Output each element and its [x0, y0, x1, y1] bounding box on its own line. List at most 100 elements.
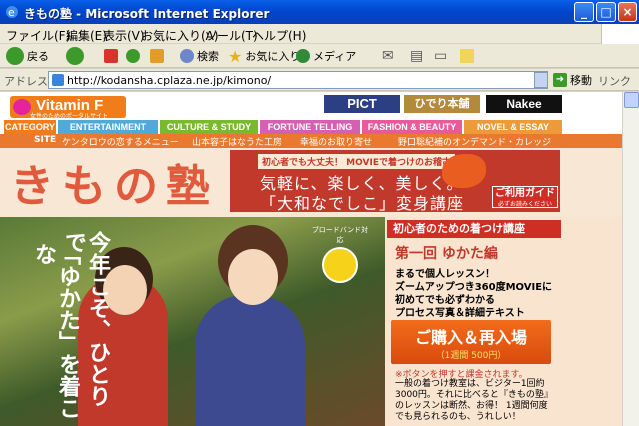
course-panel: 初心者のための着つけ講座 第一回 ゆかた編 まるで個人レッスン！ ズームアップつ… [385, 217, 622, 426]
menu-edit[interactable]: 編集(E) [66, 27, 107, 44]
home-button[interactable] [150, 46, 164, 66]
svg-text:e: e [8, 6, 15, 19]
mail-icon: ✉ [382, 48, 394, 64]
back-label: 戻る [27, 50, 49, 63]
flower-icon [13, 99, 31, 115]
toolbar: 戻る 検索 ★ お気に入り メディア ✉ ▤ ▭ [0, 44, 639, 68]
maximize-button[interactable]: □ [596, 2, 616, 22]
print-icon: ▤ [410, 48, 424, 64]
goldfish-icon [442, 154, 486, 188]
tab-novel-essay[interactable]: NOVEL & ESSAY [464, 120, 562, 134]
page-content: Vitamin F 女性のためのポータルサイト PICT ひでり本舗 Nakee… [0, 92, 622, 426]
guide-sublabel: 必ずお読みください [497, 201, 552, 208]
site-link-noguchi[interactable]: 野口聡紀補のオンデマンド・カレッジ [398, 135, 551, 148]
search-icon [180, 49, 194, 63]
banner-nakee[interactable]: Nakee [486, 95, 562, 113]
address-dropdown-button[interactable] [534, 72, 548, 88]
site-link-kofuku[interactable]: 幸福のお取り寄せ [300, 135, 372, 148]
episode-title: 第一回 ゆかた編 [395, 246, 498, 262]
banner-hideri[interactable]: ひでり本舗 [404, 95, 480, 113]
site-links-bar: SITE ケンタロウの恋するメニュー 山本容子はなうた工房 幸福のお取り寄せ 野… [0, 134, 622, 148]
menu-bar: ファイル(F) 編集(E) 表示(V) お気に入り(A) ツール(T) ヘルプ(… [0, 24, 639, 44]
course-desc-4: プロセス写真＆詳細テキスト [395, 308, 525, 319]
broadband-badge: ブロードバンド対応 [310, 225, 370, 283]
star-icon: ★ [228, 46, 243, 66]
photo-caption-line-2: 「ゆかた」を着こな [31, 243, 81, 419]
camera-icon [322, 247, 358, 283]
title-bar: e きもの塾 - Microsoft Internet Explorer _ □… [0, 0, 639, 24]
search-label: 検索 [197, 50, 219, 63]
tab-entertainment[interactable]: ENTERTAINMENT [58, 120, 158, 134]
messenger-button[interactable] [460, 46, 474, 66]
banner-pict[interactable]: PICT [324, 95, 400, 113]
course-header: 初心者のための着つけ講座 [387, 220, 561, 238]
favorites-label: お気に入り [245, 50, 301, 63]
print-button[interactable]: ▤ [410, 46, 423, 66]
broadband-label: ブロードバンド対応 [311, 226, 369, 244]
windows-logo-icon [601, 24, 639, 44]
browser-window: e きもの塾 - Microsoft Internet Explorer _ □… [0, 0, 639, 426]
internet-explorer-icon: e [6, 6, 18, 19]
user-guide-button[interactable]: ご利用ガイド 必ずお読みください [492, 186, 558, 208]
favorites-button[interactable]: ★ お気に入り [228, 46, 300, 66]
purchase-label: ご購入＆再入場 [414, 328, 527, 347]
go-arrow-icon: ➜ [553, 73, 567, 87]
go-button[interactable]: ➜ 移動 [553, 72, 592, 88]
page-title: きもの塾 [10, 161, 218, 212]
address-url: http://kodansha.cplaza.ne.jp/kimono/ [67, 74, 272, 87]
minimize-button[interactable]: _ [574, 2, 594, 22]
stop-button[interactable] [104, 46, 118, 66]
address-bar: アドレス(D) http://kodansha.cplaza.ne.jp/kim… [0, 69, 639, 91]
site-link-kentaro[interactable]: ケンタロウの恋するメニュー [62, 135, 179, 148]
logo-subtitle: 女性のためのポータルサイト [30, 114, 109, 120]
site-header: Vitamin F 女性のためのポータルサイト PICT ひでり本舗 Nakee [0, 92, 622, 120]
tab-fashion-beauty[interactable]: FASHION & BEAUTY [362, 120, 462, 134]
vertical-scrollbar[interactable] [622, 92, 639, 426]
guide-label: ご利用ガイド [495, 188, 555, 199]
site-label: SITE [34, 135, 57, 145]
menu-tools[interactable]: ツール(T) [205, 27, 258, 44]
scroll-up-button[interactable] [624, 92, 639, 108]
back-button[interactable]: 戻る [6, 46, 49, 66]
links-button[interactable]: リンク [598, 73, 631, 89]
media-label: メディア [313, 50, 357, 63]
edit-button[interactable]: ▭ [434, 46, 447, 66]
go-label: 移動 [570, 74, 592, 87]
refresh-icon [126, 49, 140, 63]
search-button[interactable]: 検索 [180, 46, 219, 66]
address-input[interactable]: http://kodansha.cplaza.ne.jp/kimono/ [48, 71, 548, 89]
mail-button[interactable]: ✉ [382, 46, 394, 66]
back-arrow-icon [6, 47, 24, 65]
media-button[interactable]: メディア [296, 46, 356, 66]
vitamin-f-logo[interactable]: Vitamin F 女性のためのポータルサイト [10, 96, 126, 120]
edit-icon: ▭ [434, 48, 448, 64]
tab-fortune-telling[interactable]: FORTUNE TELLING [260, 120, 360, 134]
hero-banner: きもの塾 初心者でも大丈夫！ MOVIEで着つけのお稽古 気軽に、楽しく、美しく… [0, 148, 622, 217]
model-right-face [228, 249, 278, 305]
hero-line-2: 「大和なでしこ」変身講座 [260, 194, 465, 213]
stop-icon [104, 49, 118, 63]
forward-arrow-icon [66, 47, 84, 65]
purchase-price: （1週間 500円） [435, 351, 507, 361]
photo-caption: 今年こそ、ひとりで 「ゆかた」を着こな [12, 223, 111, 423]
category-nav: CATEGORY ENTERTAINMENT CULTURE & STUDY F… [0, 120, 622, 134]
purchase-button[interactable]: ご購入＆再入場 （1週間 500円） [391, 320, 551, 364]
hero-tag: 初心者でも大丈夫！ MOVIEで着つけのお稽古 [258, 154, 455, 169]
media-icon [296, 49, 310, 63]
category-label: CATEGORY [4, 120, 56, 134]
home-icon [150, 49, 164, 63]
hero-photo: 今年こそ、ひとりで 「ゆかた」を着こな ブロードバンド対応 [0, 217, 385, 426]
menu-help[interactable]: ヘルプ(H) [252, 27, 306, 44]
menu-file[interactable]: ファイル(F) [6, 27, 70, 44]
close-button[interactable]: × [618, 2, 637, 22]
forward-button[interactable] [66, 46, 84, 66]
model-right-body [195, 295, 305, 426]
refresh-button[interactable] [126, 46, 140, 66]
menu-view[interactable]: 表示(V) [103, 27, 145, 44]
course-body-text: 一般の着つけ教室は、ビジター1回約3000円。それに比べると『きもの塾』のレッス… [395, 379, 553, 422]
site-link-yamamoto[interactable]: 山本容子はなうた工房 [192, 135, 282, 148]
tab-culture-study[interactable]: CULTURE & STUDY [160, 120, 258, 134]
window-title: きもの塾 - Microsoft Internet Explorer [24, 7, 270, 21]
note-icon [460, 49, 474, 63]
page-icon [52, 74, 64, 86]
